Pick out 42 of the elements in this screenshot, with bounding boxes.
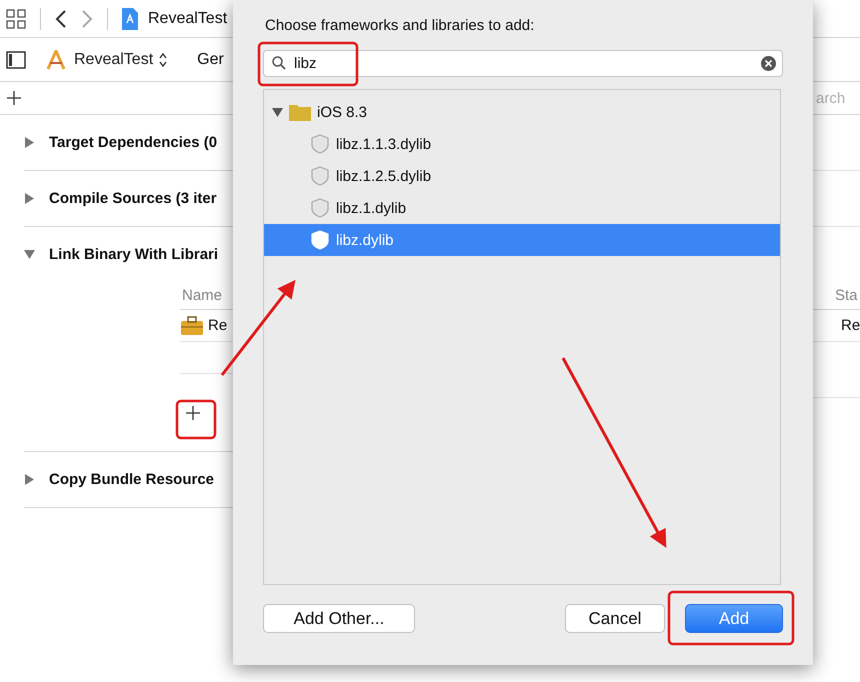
clear-icon[interactable] bbox=[761, 56, 776, 71]
library-item[interactable]: libz.dylib bbox=[264, 224, 780, 256]
app-target-icon bbox=[46, 50, 66, 70]
section-title[interactable]: Link Binary With Librari bbox=[49, 246, 218, 263]
search-icon bbox=[272, 56, 286, 70]
column-header[interactable]: Sta bbox=[835, 287, 858, 304]
section-title[interactable]: Compile Sources (3 iter bbox=[49, 190, 217, 207]
library-icon bbox=[310, 198, 330, 218]
table-cell: Re bbox=[841, 317, 860, 334]
chevron-icon[interactable] bbox=[159, 52, 168, 66]
project-file-icon bbox=[122, 8, 138, 30]
dialog-title: Choose frameworks and libraries to add: bbox=[265, 17, 536, 34]
section-title[interactable]: Copy Bundle Resource bbox=[49, 471, 214, 488]
section-title[interactable]: Target Dependencies (0 bbox=[49, 134, 218, 151]
sidebar-toggle-icon[interactable] bbox=[6, 50, 26, 68]
table-cell: Re bbox=[208, 317, 228, 334]
library-icon bbox=[310, 134, 330, 154]
library-icon bbox=[310, 230, 330, 250]
grid-icon[interactable] bbox=[6, 8, 26, 28]
plus-icon bbox=[185, 404, 201, 420]
disclosure-triangle-icon[interactable] bbox=[272, 106, 283, 118]
disclosure-triangle-icon[interactable] bbox=[24, 249, 35, 260]
library-item[interactable]: libz.1.2.5.dylib bbox=[264, 160, 780, 192]
library-item[interactable]: libz.1.1.3.dylib bbox=[264, 128, 780, 160]
project-name[interactable]: RevealTest bbox=[148, 10, 228, 28]
dialog-button[interactable]: Add Other... bbox=[263, 604, 415, 633]
column-header[interactable]: Name bbox=[182, 287, 222, 304]
search-field[interactable]: libz bbox=[263, 50, 783, 77]
folder-icon bbox=[289, 103, 311, 121]
add-icon[interactable] bbox=[6, 90, 22, 106]
library-item[interactable]: libz.1.dylib bbox=[264, 192, 780, 224]
disclosure-triangle-icon[interactable] bbox=[24, 474, 35, 485]
back-icon[interactable] bbox=[55, 10, 67, 28]
tree-item[interactable]: iOS 8.3 bbox=[317, 104, 368, 120]
highlight-box bbox=[176, 400, 216, 440]
disclosure-triangle-icon[interactable] bbox=[24, 137, 35, 148]
toolbox-icon bbox=[180, 316, 204, 336]
disclosure-triangle-icon[interactable] bbox=[24, 193, 35, 204]
library-icon bbox=[310, 166, 330, 186]
editor-tab[interactable]: Ger bbox=[197, 50, 224, 68]
dialog-button[interactable]: Cancel bbox=[565, 604, 665, 633]
target-selector[interactable]: RevealTest bbox=[74, 50, 154, 68]
